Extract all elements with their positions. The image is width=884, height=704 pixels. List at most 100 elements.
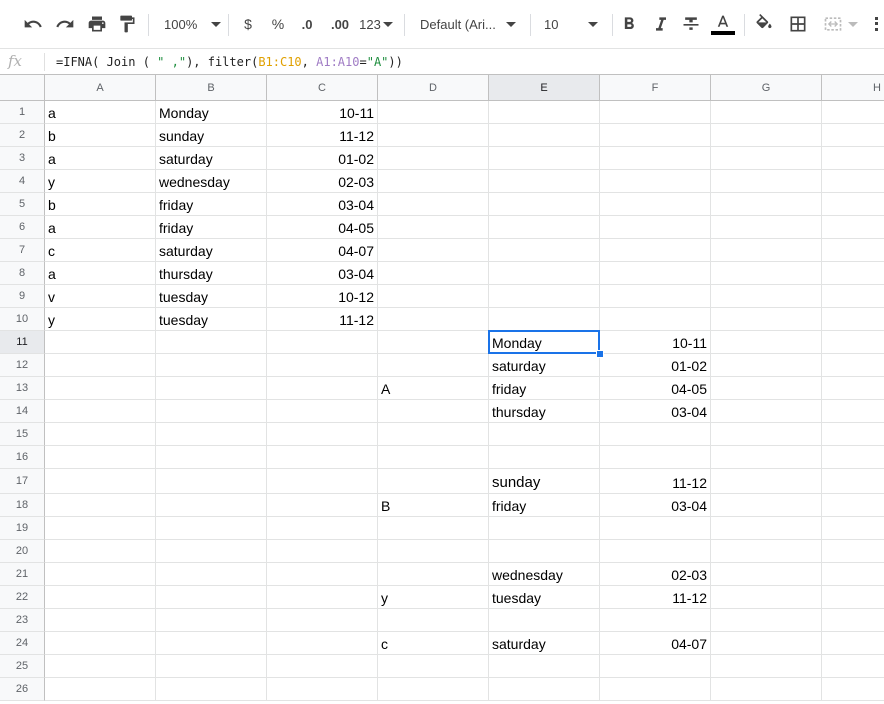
cell-a8[interactable]: a [45,262,156,285]
row-header-25[interactable]: 25 [0,655,45,678]
cell-d18[interactable]: B [378,494,489,517]
percent-format-button[interactable]: % [268,8,288,40]
cell-h14[interactable] [822,400,884,423]
increase-decimal-button[interactable]: .00 [326,8,354,40]
cell-b20[interactable] [156,540,267,563]
row-header-2[interactable]: 2 [0,124,45,147]
more-formats-button[interactable]: 123 [358,8,394,40]
cell-h18[interactable] [822,494,884,517]
cell-e11[interactable]: Monday [489,331,600,354]
cell-e13[interactable]: friday [489,377,600,400]
cell-d13[interactable]: A [378,377,489,400]
cell-a1[interactable]: a [45,101,156,124]
cell-c19[interactable] [267,517,378,540]
cell-g8[interactable] [711,262,822,285]
cell-h17[interactable] [822,469,884,494]
row-header-26[interactable]: 26 [0,678,45,701]
cell-a23[interactable] [45,609,156,632]
cell-b9[interactable]: tuesday [156,285,267,308]
cell-e22[interactable]: tuesday [489,586,600,609]
row-header-12[interactable]: 12 [0,354,45,377]
cell-c1[interactable]: 10-11 [267,101,378,124]
cell-g16[interactable] [711,446,822,469]
cell-e4[interactable] [489,170,600,193]
borders-button[interactable] [786,8,810,40]
row-header-1[interactable]: 1 [0,101,45,124]
cell-g10[interactable] [711,308,822,331]
font-family-select[interactable]: Default (Ari... [414,8,522,40]
cell-a25[interactable] [45,655,156,678]
cell-b15[interactable] [156,423,267,446]
cell-d5[interactable] [378,193,489,216]
cell-e17[interactable]: sunday [489,469,600,494]
cell-h24[interactable] [822,632,884,655]
row-header-7[interactable]: 7 [0,239,45,262]
cell-e6[interactable] [489,216,600,239]
text-color-button[interactable] [710,8,736,40]
cell-e10[interactable] [489,308,600,331]
bold-button[interactable] [618,8,640,40]
cell-e16[interactable] [489,446,600,469]
cell-d20[interactable] [378,540,489,563]
cell-b6[interactable]: friday [156,216,267,239]
cell-b18[interactable] [156,494,267,517]
cell-a5[interactable]: b [45,193,156,216]
cell-c12[interactable] [267,354,378,377]
cell-h15[interactable] [822,423,884,446]
cell-f15[interactable] [600,423,711,446]
row-header-21[interactable]: 21 [0,563,45,586]
cell-h5[interactable] [822,193,884,216]
row-header-13[interactable]: 13 [0,377,45,400]
cell-b22[interactable] [156,586,267,609]
cell-h7[interactable] [822,239,884,262]
cell-g22[interactable] [711,586,822,609]
cell-h25[interactable] [822,655,884,678]
cell-f22[interactable]: 11-12 [600,586,711,609]
cell-h21[interactable] [822,563,884,586]
cell-d9[interactable] [378,285,489,308]
cell-b2[interactable]: sunday [156,124,267,147]
cell-e18[interactable]: friday [489,494,600,517]
cell-c3[interactable]: 01-02 [267,147,378,170]
cell-d11[interactable] [378,331,489,354]
redo-button[interactable] [52,8,78,40]
row-header-23[interactable]: 23 [0,609,45,632]
cell-d24[interactable]: c [378,632,489,655]
row-header-15[interactable]: 15 [0,423,45,446]
cell-c20[interactable] [267,540,378,563]
cell-g26[interactable] [711,678,822,701]
cell-e2[interactable] [489,124,600,147]
cell-g15[interactable] [711,423,822,446]
column-header-f[interactable]: F [600,75,711,101]
cell-c24[interactable] [267,632,378,655]
cell-c8[interactable]: 03-04 [267,262,378,285]
row-header-10[interactable]: 10 [0,308,45,331]
cell-c21[interactable] [267,563,378,586]
cell-a21[interactable] [45,563,156,586]
cell-d7[interactable] [378,239,489,262]
cell-a3[interactable]: a [45,147,156,170]
cell-c10[interactable]: 11-12 [267,308,378,331]
cell-f7[interactable] [600,239,711,262]
cell-b11[interactable] [156,331,267,354]
cell-b7[interactable]: saturday [156,239,267,262]
cell-a20[interactable] [45,540,156,563]
cell-h13[interactable] [822,377,884,400]
cell-d12[interactable] [378,354,489,377]
cell-h10[interactable] [822,308,884,331]
cell-d8[interactable] [378,262,489,285]
cell-f8[interactable] [600,262,711,285]
cell-b8[interactable]: thursday [156,262,267,285]
cell-c13[interactable] [267,377,378,400]
cell-e8[interactable] [489,262,600,285]
cell-b21[interactable] [156,563,267,586]
cell-b12[interactable] [156,354,267,377]
cell-d17[interactable] [378,469,489,494]
row-header-8[interactable]: 8 [0,262,45,285]
cell-a26[interactable] [45,678,156,701]
cell-a16[interactable] [45,446,156,469]
cell-d10[interactable] [378,308,489,331]
decrease-decimal-button[interactable]: .0 [296,8,318,40]
cell-e7[interactable] [489,239,600,262]
row-header-5[interactable]: 5 [0,193,45,216]
